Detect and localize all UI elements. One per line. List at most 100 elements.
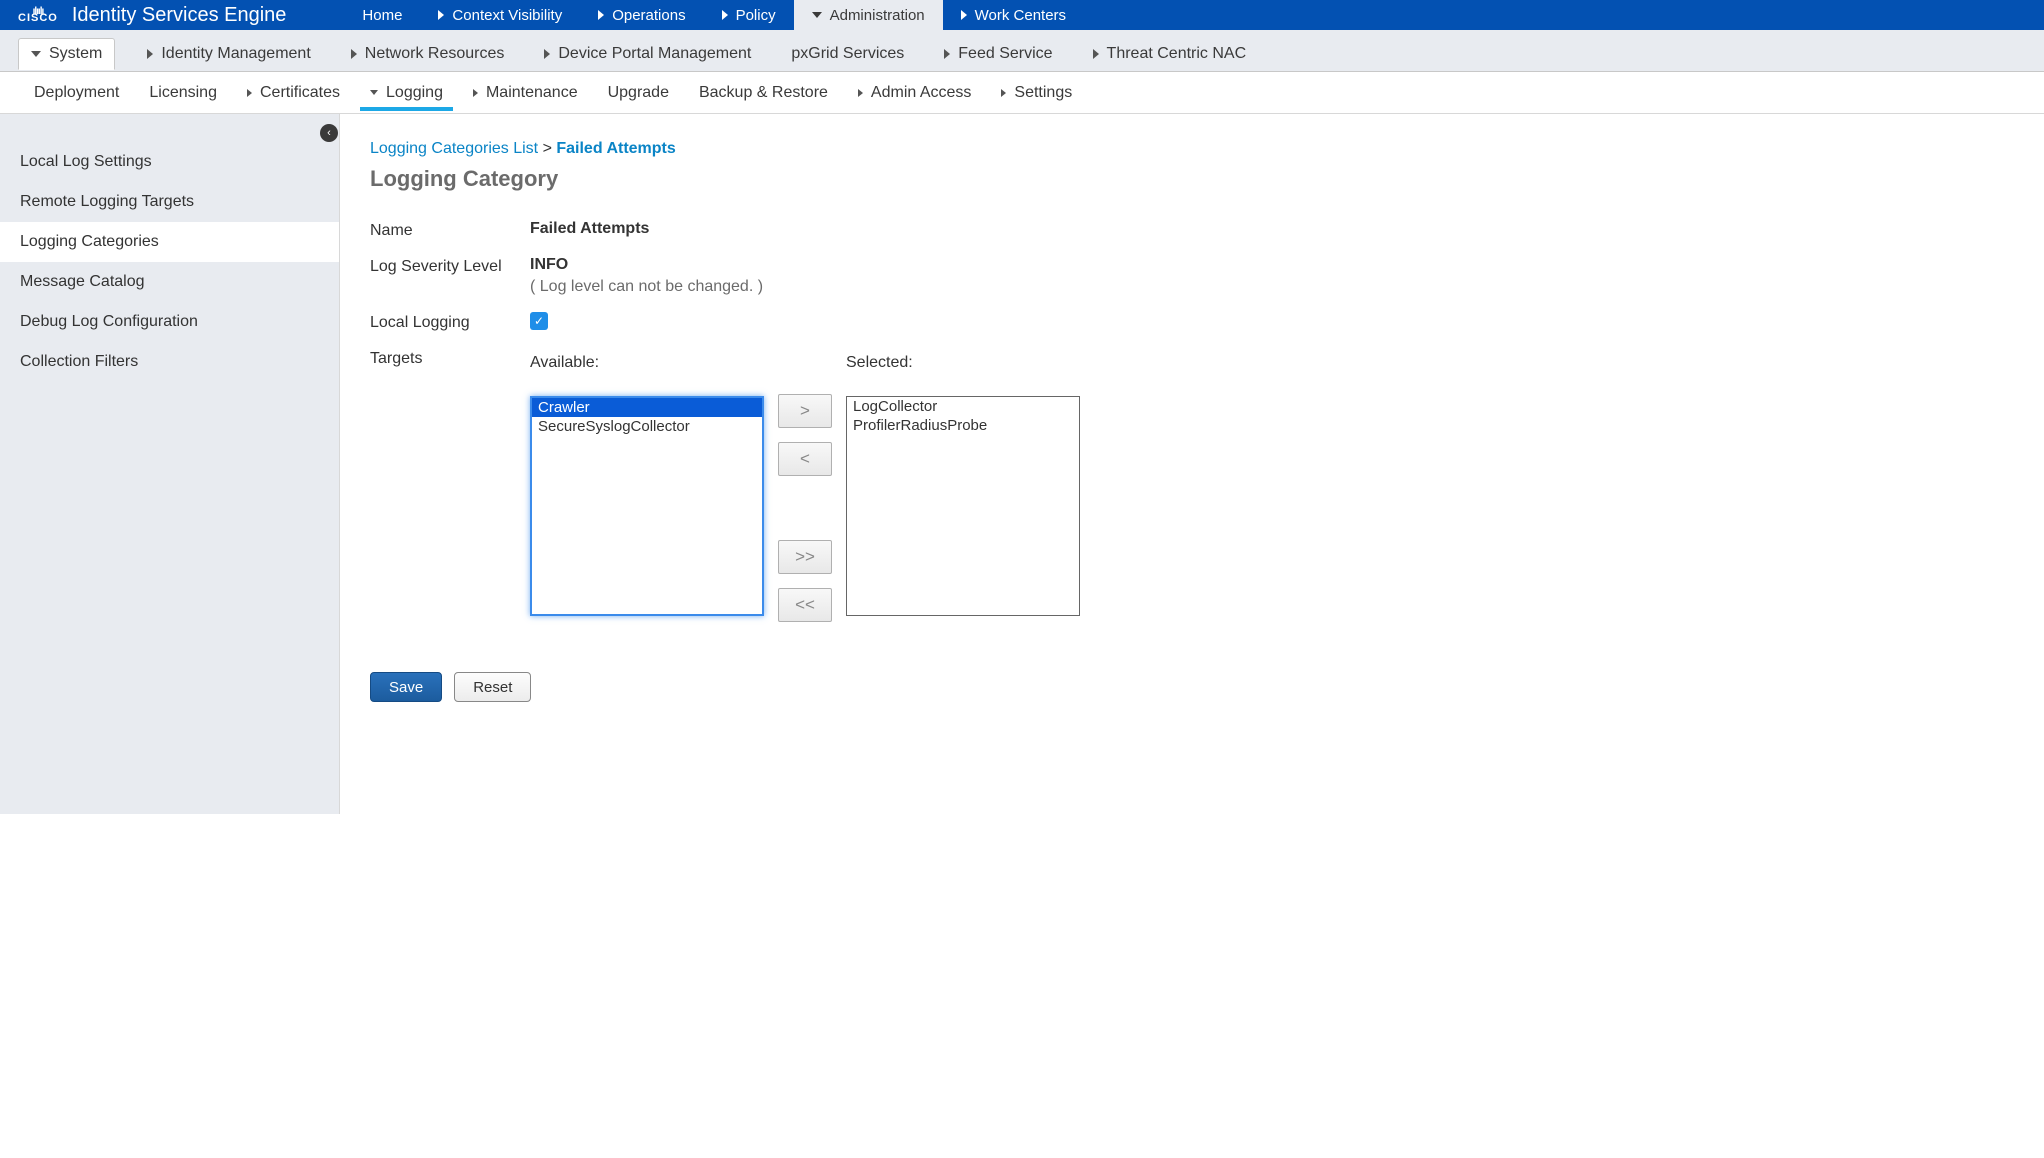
save-button[interactable]: Save xyxy=(370,672,442,702)
breadcrumb-sep: > xyxy=(543,140,552,157)
topnav-context-visibility[interactable]: Context Visibility xyxy=(420,0,580,30)
subnav-label: Device Portal Management xyxy=(558,45,751,63)
breadcrumb-current: Failed Attempts xyxy=(556,140,675,157)
tertnav-label: Backup & Restore xyxy=(699,84,828,102)
chevron-right-icon xyxy=(598,10,604,20)
top-nav-bar: ılıılı CISCO Identity Services Engine Ho… xyxy=(0,0,2044,30)
breadcrumb: Logging Categories List > Failed Attempt… xyxy=(370,140,2014,158)
breadcrumb-parent[interactable]: Logging Categories List xyxy=(370,140,538,157)
chevron-down-icon xyxy=(31,51,41,57)
dual-list: Available: CrawlerSecureSyslogCollector … xyxy=(530,354,1080,622)
subnav-threat-centric-nac[interactable]: Threat Centric NAC xyxy=(1085,39,1255,69)
topnav-administration[interactable]: Administration xyxy=(794,0,943,30)
subnav-system[interactable]: System xyxy=(18,38,115,70)
chevron-right-icon xyxy=(961,10,967,20)
topnav-policy[interactable]: Policy xyxy=(704,0,794,30)
tertnav-label: Upgrade xyxy=(608,84,669,102)
sidebar-item-debug-log-configuration[interactable]: Debug Log Configuration xyxy=(0,302,339,342)
subnav-identity-management[interactable]: Identity Management xyxy=(139,39,318,69)
move-all-right-button[interactable]: >> xyxy=(778,540,832,574)
topnav-label: Administration xyxy=(830,7,925,24)
move-all-left-button[interactable]: << xyxy=(778,588,832,622)
topnav-label: Home xyxy=(362,7,402,24)
sub-nav-bar: System Identity Management Network Resourc… xyxy=(0,30,2044,72)
topnav-work-centers[interactable]: Work Centers xyxy=(943,0,1084,30)
chevron-down-icon xyxy=(370,90,378,95)
sidebar-item-collection-filters[interactable]: Collection Filters xyxy=(0,342,339,382)
tertnav-label: Settings xyxy=(1014,84,1072,102)
name-value: Failed Attempts xyxy=(530,220,649,240)
selected-listbox[interactable]: LogCollectorProfilerRadiusProbe xyxy=(846,396,1080,616)
chevron-right-icon xyxy=(858,89,863,97)
move-left-button[interactable]: < xyxy=(778,442,832,476)
reset-button[interactable]: Reset xyxy=(454,672,531,702)
sidebar-item-message-catalog[interactable]: Message Catalog xyxy=(0,262,339,302)
tertnav-maintenance[interactable]: Maintenance xyxy=(469,76,582,110)
tertnav-label: Licensing xyxy=(149,84,217,102)
tertiary-nav-bar: Deployment Licensing Certificates Logging Ma… xyxy=(0,72,2044,114)
tertnav-label: Deployment xyxy=(34,84,119,102)
local-logging-checkbox[interactable]: ✓ xyxy=(530,312,548,330)
subnav-network-resources[interactable]: Network Resources xyxy=(343,39,513,69)
tertnav-label: Certificates xyxy=(260,84,340,102)
tertnav-certificates[interactable]: Certificates xyxy=(243,76,344,110)
tertnav-licensing[interactable]: Licensing xyxy=(145,76,221,110)
subnav-label: Threat Centric NAC xyxy=(1107,45,1247,63)
cisco-logo: ılıılı CISCO xyxy=(18,9,58,22)
list-item[interactable]: ProfilerRadiusProbe xyxy=(847,416,1079,435)
subnav-pxgrid-services[interactable]: pxGrid Services xyxy=(783,39,912,69)
brand: ılıılı CISCO Identity Services Engine xyxy=(0,0,304,30)
sidebar-collapse-icon[interactable]: ‹ xyxy=(320,124,338,142)
chevron-right-icon xyxy=(351,49,357,59)
topnav-home[interactable]: Home xyxy=(344,0,420,30)
subnav-feed-service[interactable]: Feed Service xyxy=(936,39,1060,69)
content: Logging Categories List > Failed Attempt… xyxy=(340,114,2044,814)
severity-label: Log Severity Level xyxy=(370,256,530,296)
list-item[interactable]: SecureSyslogCollector xyxy=(532,417,762,436)
app-title: Identity Services Engine xyxy=(72,4,287,27)
tertnav-admin-access[interactable]: Admin Access xyxy=(854,76,975,110)
chevron-right-icon xyxy=(473,89,478,97)
topnav-operations[interactable]: Operations xyxy=(580,0,703,30)
chevron-right-icon xyxy=(544,49,550,59)
local-logging-label: Local Logging xyxy=(370,312,530,332)
topnav-label: Policy xyxy=(736,7,776,24)
subnav-label: pxGrid Services xyxy=(791,45,904,63)
list-item[interactable]: Crawler xyxy=(532,398,762,417)
available-label: Available: xyxy=(530,354,764,372)
move-right-button[interactable]: > xyxy=(778,394,832,428)
page-title: Logging Category xyxy=(370,166,2014,192)
subnav-label: System xyxy=(49,45,102,63)
topnav-label: Operations xyxy=(612,7,685,24)
chevron-right-icon xyxy=(944,49,950,59)
sidebar-item-logging-categories[interactable]: Logging Categories xyxy=(0,222,339,262)
subnav-label: Identity Management xyxy=(161,45,310,63)
tertnav-backup-&-restore[interactable]: Backup & Restore xyxy=(695,76,832,110)
subnav-label: Network Resources xyxy=(365,45,505,63)
subnav-label: Feed Service xyxy=(958,45,1052,63)
chevron-right-icon xyxy=(1001,89,1006,97)
topnav-label: Context Visibility xyxy=(452,7,562,24)
tertnav-label: Admin Access xyxy=(871,84,971,102)
targets-label: Targets xyxy=(370,348,530,622)
tertnav-deployment[interactable]: Deployment xyxy=(30,76,123,110)
chevron-down-icon xyxy=(812,12,822,18)
chevron-right-icon xyxy=(247,89,252,97)
subnav-device-portal-management[interactable]: Device Portal Management xyxy=(536,39,759,69)
tertnav-label: Logging xyxy=(386,84,443,102)
chevron-right-icon xyxy=(1093,49,1099,59)
severity-value: INFO xyxy=(530,256,763,274)
selected-label: Selected: xyxy=(846,354,1080,372)
topnav-label: Work Centers xyxy=(975,7,1066,24)
sidebar-item-local-log-settings[interactable]: Local Log Settings xyxy=(0,142,339,182)
tertnav-logging[interactable]: Logging xyxy=(366,76,447,110)
tertnav-upgrade[interactable]: Upgrade xyxy=(604,76,673,110)
sidebar: Local Log SettingsRemote Logging Targets… xyxy=(0,114,340,814)
list-item[interactable]: LogCollector xyxy=(847,397,1079,416)
available-listbox[interactable]: CrawlerSecureSyslogCollector xyxy=(530,396,764,616)
chevron-right-icon xyxy=(147,49,153,59)
sidebar-item-remote-logging-targets[interactable]: Remote Logging Targets xyxy=(0,182,339,222)
chevron-right-icon xyxy=(438,10,444,20)
tertnav-settings[interactable]: Settings xyxy=(997,76,1076,110)
name-label: Name xyxy=(370,220,530,240)
